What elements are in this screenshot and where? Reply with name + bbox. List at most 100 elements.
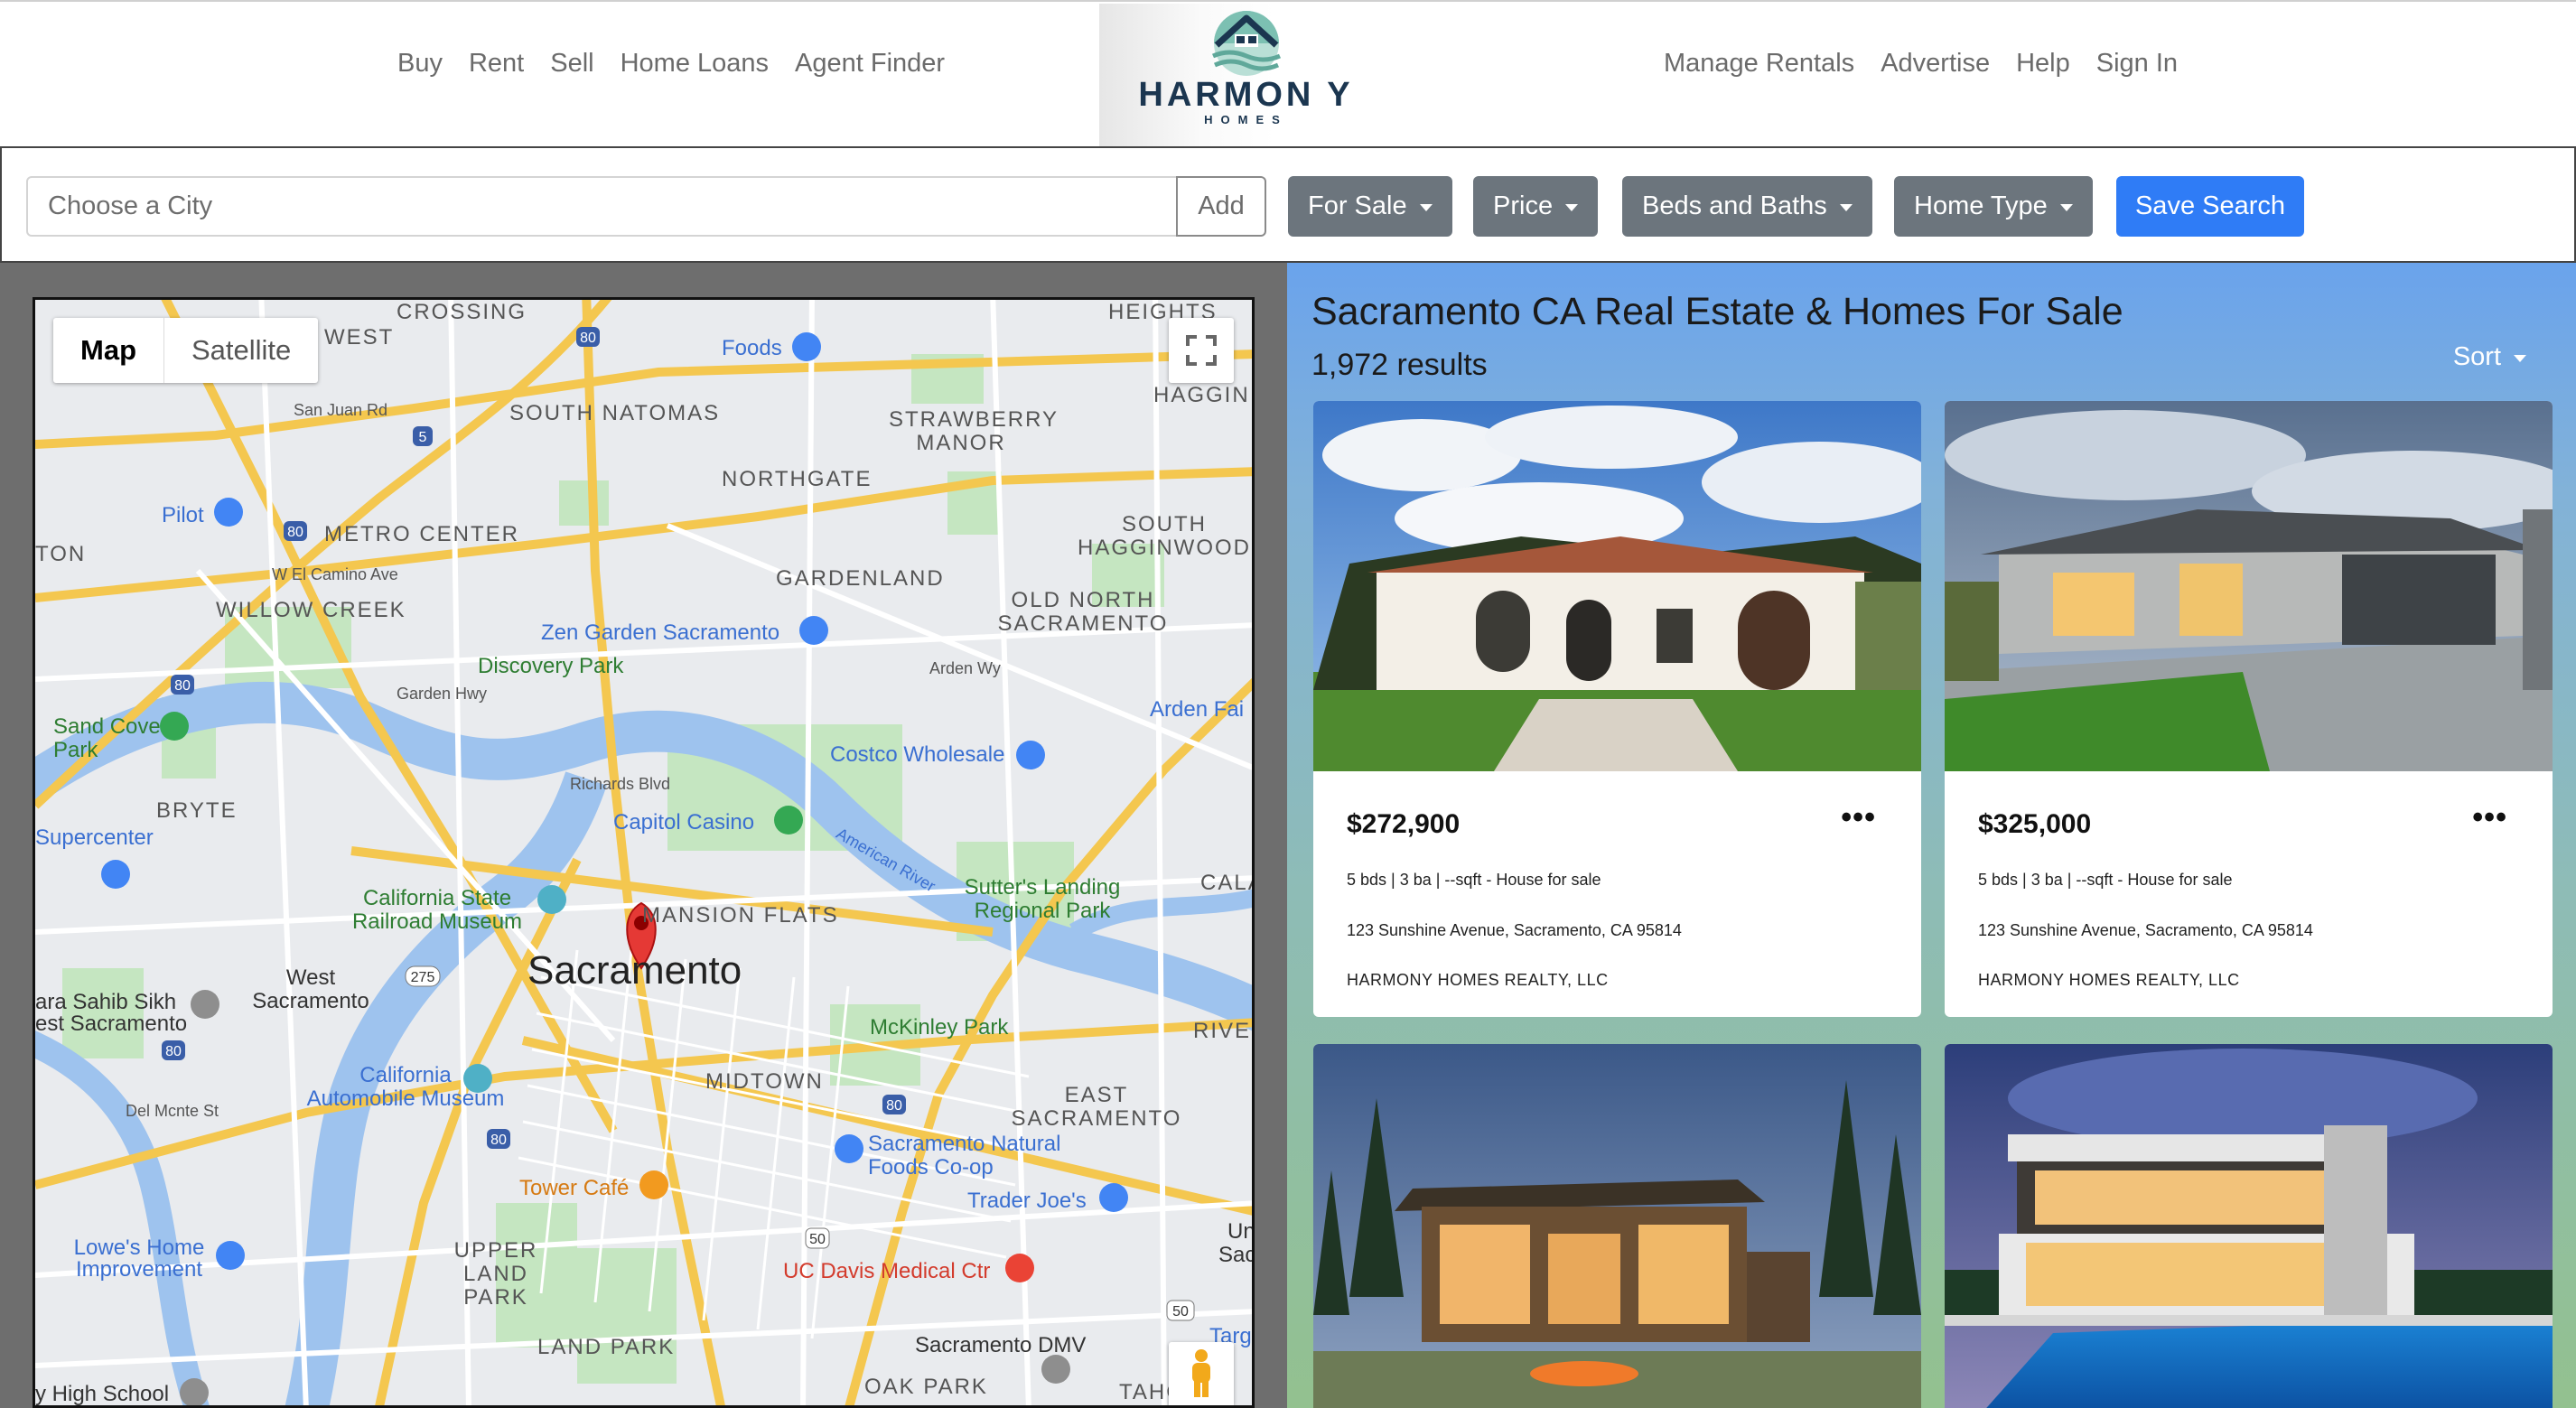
map-label: Foods [722, 336, 782, 360]
map-label: TON [35, 542, 87, 566]
results-count: 1,972 results [1311, 348, 1488, 382]
caret-down-icon [2059, 203, 2073, 211]
government-pin-icon [1041, 1355, 1070, 1384]
map-label: W El Camino Ave [272, 565, 398, 583]
nav-help[interactable]: Help [2016, 49, 2070, 79]
map-label: MANSION FLATS [642, 903, 839, 928]
map-label: WEST [324, 325, 395, 350]
sort-dropdown[interactable]: Sort [2453, 342, 2526, 372]
map-label: Del Mcnte St [126, 1102, 219, 1120]
map-label: Richards Blvd [570, 775, 671, 793]
interstate-80-shield: 80 [576, 327, 600, 347]
listing-card[interactable] [1945, 1044, 2553, 1408]
map-label: Pilot [162, 503, 204, 527]
map-view-button[interactable]: Map [53, 318, 164, 383]
map-label: Un [1227, 1219, 1255, 1244]
city-search-input[interactable] [26, 176, 1178, 237]
listing-card[interactable]: $325,000 ••• 5 bds | 3 ba | --sqft - Hou… [1945, 401, 2553, 1017]
nav-advertise[interactable]: Advertise [1881, 49, 1990, 79]
nav-rent[interactable]: Rent [469, 49, 524, 79]
map-label: CROSSING [397, 300, 527, 324]
listing-photo[interactable] [1313, 1044, 1921, 1408]
shopping-pin-icon [216, 1241, 245, 1270]
map-label: EAST SACRAMENTO [1011, 1083, 1182, 1131]
more-options-icon[interactable]: ••• [1841, 800, 1876, 835]
nav-sign-in[interactable]: Sign In [2096, 49, 2178, 79]
map-label: West Sacramento [252, 965, 369, 1013]
street-view-pegman-button[interactable] [1169, 1342, 1234, 1405]
fullscreen-button[interactable] [1169, 318, 1234, 383]
map-label: Sacramento DMV [915, 1333, 1087, 1357]
svg-text:275: 275 [411, 970, 435, 985]
map-label: BRYTE [156, 798, 238, 823]
map-type-toggle: Map Satellite [53, 318, 319, 383]
house-photo-image [1313, 1044, 1921, 1408]
map-label: UPPER LAND PARK [453, 1238, 538, 1310]
temple-pin-icon [191, 990, 219, 1019]
map-label: Arden Fai [1150, 697, 1245, 722]
nav-agent-finder[interactable]: Agent Finder [795, 49, 945, 79]
map-label: MIDTOWN [705, 1069, 824, 1094]
shopping-pin-icon [835, 1134, 863, 1163]
nav-home-loans[interactable]: Home Loans [621, 49, 769, 79]
listing-photo[interactable] [1945, 401, 2553, 771]
map-view[interactable]: 80 5 80 80 275 80 80 50 50 80 CROSSING W… [33, 297, 1255, 1408]
caret-down-icon [2514, 354, 2526, 362]
beds-baths-dropdown[interactable]: Beds and Baths [1622, 176, 1872, 237]
for-sale-dropdown[interactable]: For Sale [1288, 176, 1452, 237]
caret-down-icon [1565, 203, 1579, 211]
map-label: California State Railroad Museum [351, 886, 523, 934]
logo-tagline: HOMES [1204, 113, 1288, 126]
listing-facts: 5 bds | 3 ba | --sqft - House for sale [1347, 871, 1601, 889]
map-label: Tower Café [519, 1176, 630, 1200]
home-type-dropdown[interactable]: Home Type [1894, 176, 2093, 237]
beds-baths-label: Beds and Baths [1642, 191, 1827, 220]
save-search-button[interactable]: Save Search [2116, 176, 2304, 237]
listing-details: $272,900 ••• 5 bds | 3 ba | --sqft - Hou… [1313, 771, 1921, 1017]
map-panel: 80 5 80 80 275 80 80 50 50 80 CROSSING W… [0, 263, 1287, 1408]
map-label: OAK PARK [864, 1375, 988, 1399]
map-label: Discovery Park [478, 654, 624, 678]
museum-pin-icon [537, 885, 566, 914]
listing-address[interactable]: 123 Sunshine Avenue, Sacramento, CA 9581… [1978, 921, 2313, 940]
listing-broker: HARMONY HOMES REALTY, LLC [1347, 971, 1609, 989]
casino-pin-icon [774, 806, 803, 835]
price-dropdown[interactable]: Price [1473, 176, 1599, 237]
svg-text:50: 50 [1172, 1304, 1189, 1319]
map-label: Trader Joe's [967, 1189, 1087, 1213]
shopping-pin-icon [1016, 741, 1045, 769]
map-base: 80 5 80 80 275 80 80 50 50 80 [35, 300, 1252, 1405]
satellite-view-button[interactable]: Satellite [164, 318, 318, 383]
map-label: Lowe's Home Improvement [73, 1235, 205, 1282]
harmony-homes-logo[interactable]: HARMON Y HOMES [1099, 4, 1393, 148]
listing-card[interactable] [1313, 1044, 1921, 1408]
svg-text:50: 50 [809, 1232, 826, 1247]
map-label: y High School [35, 1382, 170, 1406]
map-label: Garden Hwy [397, 685, 488, 703]
sort-label: Sort [2452, 342, 2501, 371]
map-label: SOUTH NATOMAS [509, 401, 721, 425]
map-label: GARDENLAND [776, 566, 945, 591]
map-city-label: Sacramento [527, 948, 742, 993]
nav-manage-rentals[interactable]: Manage Rentals [1664, 49, 1854, 79]
svg-text:5: 5 [419, 430, 427, 445]
map-label: Zen Garden Sacramento [541, 620, 780, 645]
listing-card[interactable]: $272,900 ••• 5 bds | 3 ba | --sqft - Hou… [1313, 401, 1921, 1017]
map-label: McKinley Park [870, 1015, 1009, 1040]
listing-photo[interactable] [1945, 1044, 2553, 1408]
svg-text:80: 80 [886, 1098, 902, 1114]
listing-details: $325,000 ••• 5 bds | 3 ba | --sqft - Hou… [1945, 771, 2553, 1017]
nav-left: Buy Rent Sell Home Loans Agent Finder [397, 49, 945, 79]
listing-photo[interactable] [1313, 401, 1921, 771]
nav-sell[interactable]: Sell [550, 49, 593, 79]
house-photo-image [1945, 1044, 2553, 1408]
map-label: SOUTH HAGGINWOOD [1078, 512, 1251, 560]
poi-pin-icon [799, 616, 828, 645]
more-options-icon[interactable]: ••• [2472, 800, 2507, 835]
nav-buy[interactable]: Buy [397, 49, 443, 79]
map-label: Sutter's Landing Regional Park [964, 875, 1121, 923]
house-photo-image [1945, 401, 2553, 771]
listing-address[interactable]: 123 Sunshine Avenue, Sacramento, CA 9581… [1347, 921, 1682, 940]
logo-name: HARMON Y [1138, 76, 1354, 114]
add-city-button[interactable]: Add [1176, 176, 1266, 237]
